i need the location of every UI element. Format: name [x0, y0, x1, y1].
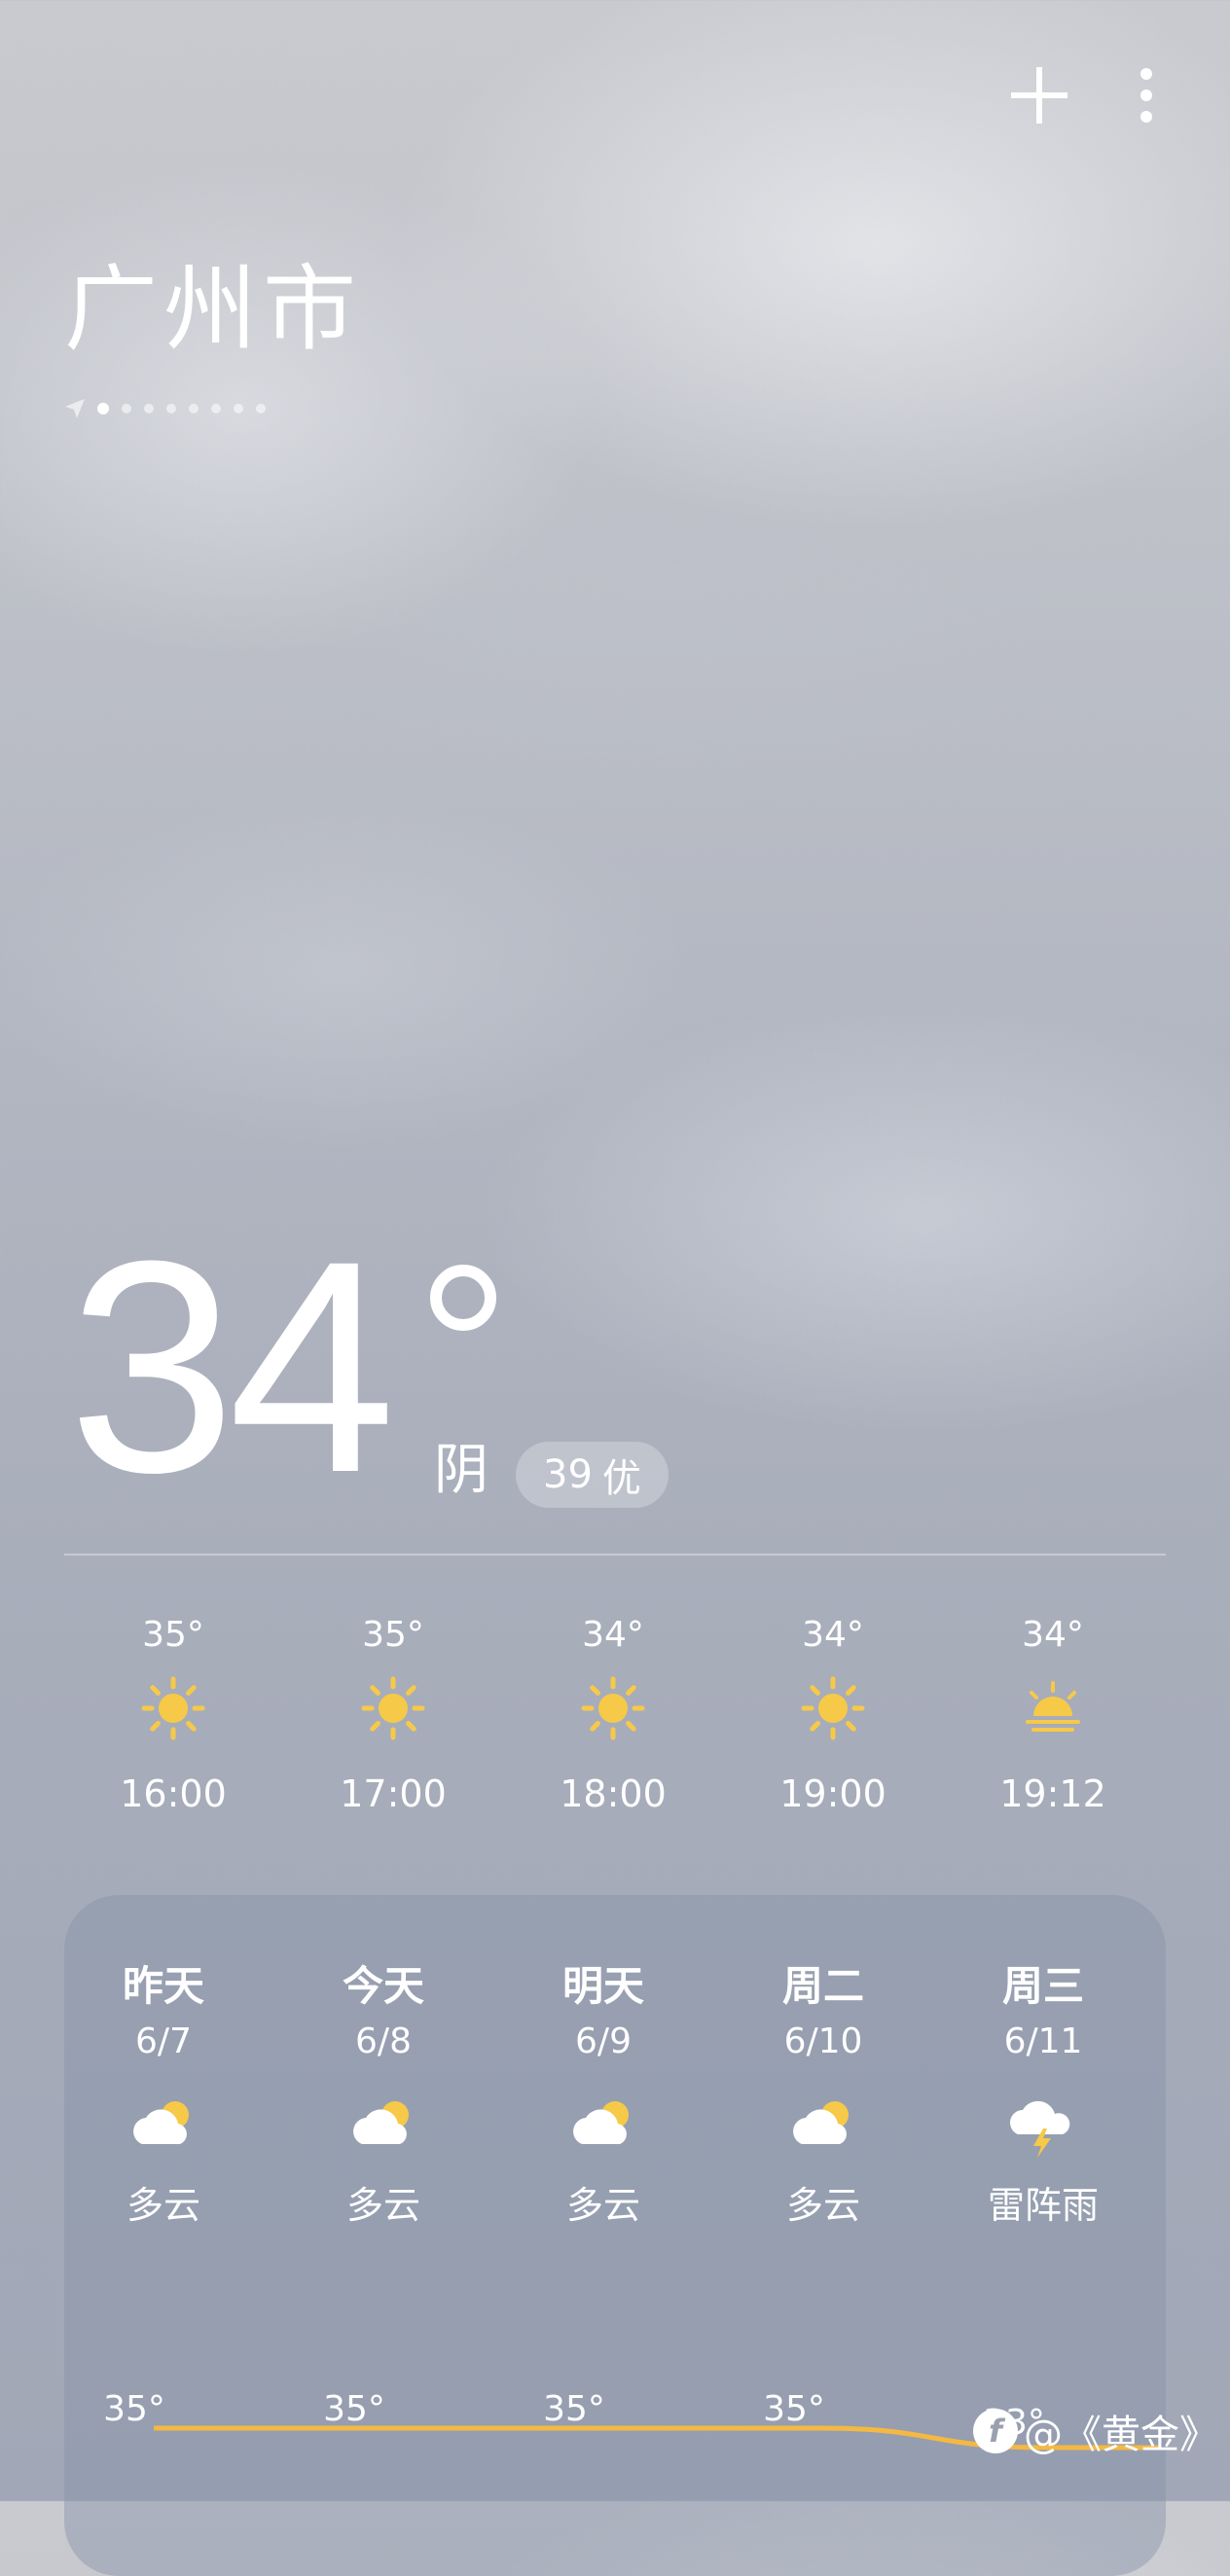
current-condition: 阴	[434, 1439, 488, 1502]
watermark-logo: f	[973, 2409, 1018, 2453]
more-options-button[interactable]	[1129, 58, 1164, 132]
plus-icon	[1011, 67, 1067, 124]
day-name: 今天	[342, 1962, 424, 2010]
day-name: 明天	[561, 1962, 644, 2010]
day-condition: 雷阵雨	[987, 2184, 1099, 2227]
add-city-button[interactable]	[1002, 58, 1076, 132]
hourly-time: 19:00	[779, 1772, 886, 1815]
day-name: 周二	[781, 1962, 864, 2010]
aqi-label: 优	[601, 1456, 641, 1501]
sun-icon	[798, 1673, 868, 1743]
day-date: 6/9	[575, 2021, 632, 2061]
city-name: 广州市	[64, 255, 362, 364]
day-condition: 多云	[565, 2184, 640, 2227]
partly-cloudy-icon	[344, 2090, 422, 2158]
page-dots	[97, 403, 266, 414]
hourly-time: 19:12	[999, 1772, 1106, 1815]
location-arrow-icon	[64, 398, 86, 419]
daily-forecast-card[interactable]: 昨天 6/7 多云 35° 今天 6/8 多云 35° 明天 6/9 多云 35° 周…	[64, 1895, 1166, 2576]
current-temperature: 34	[68, 1198, 396, 1535]
page-dot[interactable]	[97, 403, 109, 414]
sun-icon	[358, 1673, 428, 1743]
hourly-time: 18:00	[560, 1772, 667, 1815]
page-dot[interactable]	[211, 404, 221, 413]
page-dot[interactable]	[256, 404, 266, 413]
day-condition: 多云	[126, 2184, 200, 2227]
partly-cloudy-icon	[784, 2090, 862, 2158]
divider	[64, 1554, 1166, 1556]
hourly-temp: 35°	[362, 1615, 424, 1655]
page-indicator[interactable]	[64, 397, 266, 420]
page-dot[interactable]	[122, 404, 131, 413]
page-dot[interactable]	[189, 404, 199, 413]
hourly-temp: 34°	[802, 1615, 864, 1655]
hourly-temp: 34°	[582, 1615, 644, 1655]
day-condition: 多云	[785, 2184, 860, 2227]
day-high-temp: 35°	[763, 2389, 825, 2429]
day-date: 6/11	[1003, 2021, 1083, 2061]
day-date: 6/8	[355, 2021, 412, 2061]
day-date: 6/10	[783, 2021, 863, 2061]
thunderstorm-icon	[1004, 2090, 1082, 2158]
page-dot[interactable]	[166, 404, 176, 413]
hourly-temp: 35°	[142, 1615, 204, 1655]
day-date: 6/7	[135, 2021, 192, 2061]
degree-symbol	[430, 1265, 496, 1331]
hourly-temp: 34°	[1022, 1615, 1084, 1655]
sunset-icon	[1018, 1673, 1088, 1743]
page-dot[interactable]	[234, 404, 243, 413]
day-name: 昨天	[122, 1962, 204, 2010]
day-name: 周三	[1001, 1962, 1084, 2010]
more-vertical-icon	[1140, 68, 1152, 123]
watermark: f @《黄金》	[973, 2403, 1218, 2459]
day-high-temp: 35°	[543, 2389, 605, 2429]
page-dot[interactable]	[144, 404, 154, 413]
sun-icon	[138, 1673, 208, 1743]
watermark-text: @《黄金》	[1024, 2413, 1218, 2457]
sun-icon	[578, 1673, 648, 1743]
partly-cloudy-icon	[564, 2090, 642, 2158]
hourly-time: 17:00	[340, 1772, 447, 1815]
day-high-temp: 35°	[323, 2389, 385, 2429]
aqi-value: 39	[543, 1452, 593, 1497]
aqi-badge[interactable]: 39 优	[516, 1442, 669, 1508]
partly-cloudy-icon	[125, 2090, 202, 2158]
day-condition: 多云	[345, 2184, 420, 2227]
day-high-temp: 35°	[103, 2389, 165, 2429]
hourly-time: 16:00	[120, 1772, 227, 1815]
